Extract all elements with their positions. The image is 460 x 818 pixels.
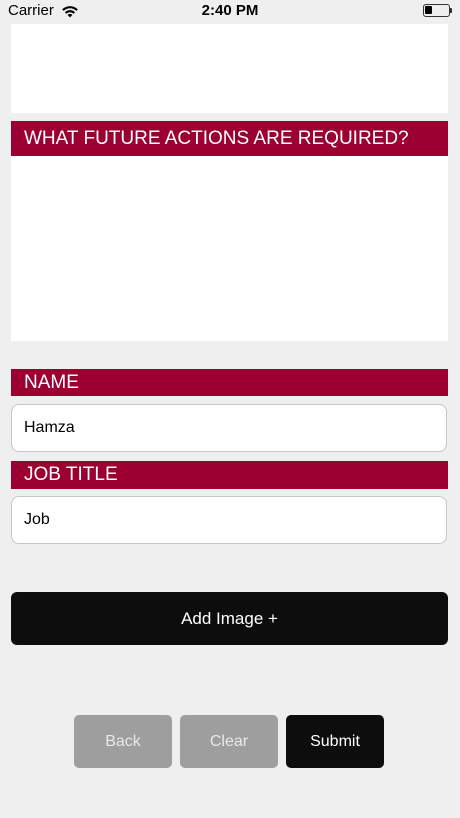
battery-level [425, 6, 432, 14]
name-input[interactable]: Hamza [11, 404, 447, 452]
submit-button[interactable]: Submit [286, 715, 384, 768]
previous-answer-textarea[interactable] [11, 24, 448, 113]
name-header: NAME [11, 369, 448, 396]
job-title-header: JOB TITLE [11, 461, 448, 489]
future-actions-textarea[interactable] [11, 156, 448, 341]
status-bar: Carrier 2:40 PM [0, 0, 460, 24]
back-button[interactable]: Back [74, 715, 172, 768]
clock: 2:40 PM [201, 2, 259, 19]
clear-button[interactable]: Clear [180, 715, 278, 768]
future-actions-header: WHAT FUTURE ACTIONS ARE REQUIRED? [11, 121, 448, 156]
battery-icon [423, 4, 450, 17]
add-image-button[interactable]: Add Image + [11, 592, 448, 645]
battery-terminal [450, 8, 452, 13]
job-title-input[interactable]: Job [11, 496, 447, 544]
form-screen: Carrier 2:40 PM WHAT FUTURE ACTIONS ARE … [0, 0, 460, 818]
